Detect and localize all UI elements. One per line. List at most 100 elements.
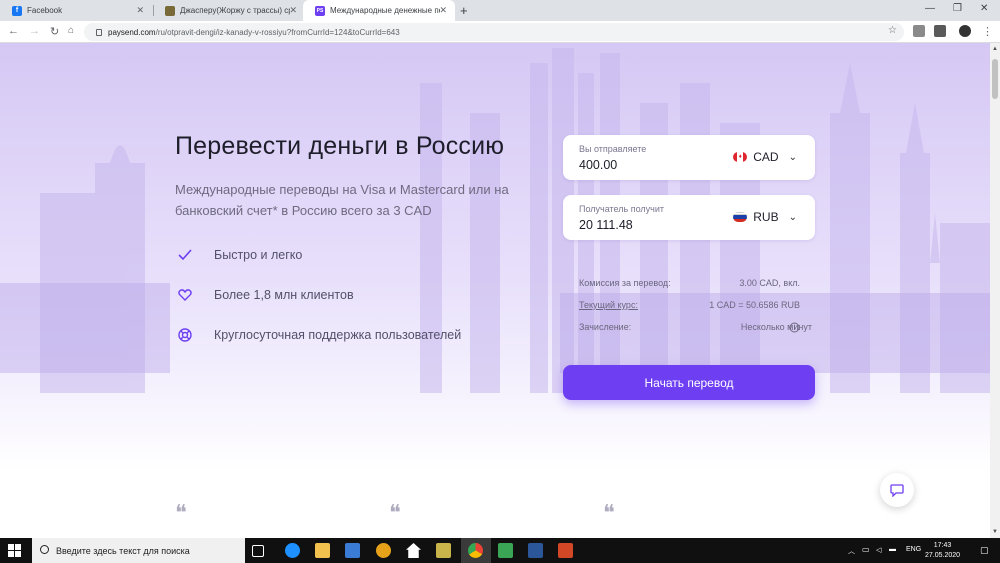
rate-label[interactable]: Текущий курс:: [579, 300, 638, 310]
store-icon[interactable]: [345, 543, 360, 558]
send-currency-code: CAD: [753, 150, 779, 164]
close-icon[interactable]: ✕: [136, 5, 144, 16]
fee-value: 3.00 CAD, вкл.: [739, 278, 800, 288]
receive-amount-field[interactable]: Получатель получит 20 111.48 RUB ⌄: [563, 195, 815, 240]
credit-value: Несколько минут: [740, 322, 812, 332]
tab-title: Международные денежные пер: [330, 6, 440, 15]
task-view-icon[interactable]: [252, 545, 264, 557]
battery-icon[interactable]: ▬: [889, 546, 896, 553]
home-app-icon[interactable]: [406, 543, 421, 558]
send-amount-field[interactable]: Вы отправляете 400.00 ♦ CAD ⌄: [563, 135, 815, 180]
chevron-down-icon: ⌄: [788, 151, 797, 163]
home-icon[interactable]: ⌂: [68, 25, 74, 36]
bookmark-star-icon[interactable]: ☆: [888, 25, 897, 36]
taskbar-clock[interactable]: 17:43 27.05.2020: [925, 541, 960, 561]
game-icon: [165, 5, 175, 16]
send-amount-input[interactable]: 400.00: [579, 158, 617, 172]
paysend-icon: PS: [315, 5, 325, 16]
quote-mark-icon: ❝: [389, 501, 401, 526]
restore-icon[interactable]: ❐: [953, 3, 962, 14]
page-subtitle: Международные переводы на Visa и Masterc…: [175, 182, 509, 218]
russia-flag-icon: [733, 212, 748, 222]
notes-icon[interactable]: [436, 543, 451, 558]
receive-currency-select[interactable]: RUB ⌄: [733, 210, 797, 224]
chat-button[interactable]: [880, 473, 914, 507]
volume-icon[interactable]: ◁: [876, 546, 881, 554]
scroll-down-icon[interactable]: ▼: [992, 529, 998, 535]
rate-link[interactable]: Текущий курс:: [579, 300, 638, 310]
photos-icon[interactable]: [498, 543, 513, 558]
feature-label: Круглосуточная поддержка пользователей: [214, 328, 462, 342]
app-icon[interactable]: [376, 543, 391, 558]
tray-chevron-icon[interactable]: ︿: [848, 546, 855, 556]
page-title: Перевести деньги в Россию: [175, 132, 505, 160]
check-icon: [178, 249, 192, 261]
page-scrollbar[interactable]: ▲ ▼: [990, 43, 1000, 538]
word-icon[interactable]: [528, 543, 543, 558]
url-path: /ru/otpravit-dengi/iz-kanady-v-rossiyu?f…: [155, 27, 400, 37]
menu-icon[interactable]: ⋮: [982, 25, 993, 38]
feature-fast: Быстро и легко: [178, 248, 302, 262]
windows-start-icon[interactable]: [8, 544, 21, 557]
heart-icon: [178, 289, 192, 301]
send-currency-select[interactable]: ♦ CAD ⌄: [733, 150, 797, 164]
tab-facebook[interactable]: f Facebook ✕: [0, 0, 152, 21]
taskbar-search-input[interactable]: Введите здесь текст для поиска: [32, 538, 245, 563]
credit-value-wrap: Несколько минут: [741, 322, 812, 332]
tab-paysend[interactable]: PS Международные денежные пер ✕: [303, 0, 455, 21]
feature-label: Более 1,8 млн клиентов: [214, 288, 354, 302]
canada-flag-icon: ♦: [733, 152, 748, 162]
feature-clients: Более 1,8 млн клиентов: [178, 288, 354, 302]
clock-time: 17:43: [933, 542, 952, 549]
chrome-icon[interactable]: [468, 543, 483, 558]
search-placeholder: Введите здесь текст для поиска: [56, 545, 190, 556]
minimize-icon[interactable]: —: [925, 3, 935, 14]
tab-jasper[interactable]: Джасперу(Жоржу с трассы) сро ✕: [153, 0, 305, 21]
back-icon[interactable]: ←: [8, 25, 19, 37]
start-transfer-button[interactable]: Начать перевод: [563, 365, 815, 400]
scroll-up-icon[interactable]: ▲: [992, 46, 998, 52]
info-icon[interactable]: [789, 322, 800, 333]
close-icon[interactable]: ✕: [289, 5, 297, 16]
scrollbar-thumb[interactable]: [992, 59, 998, 99]
receive-amount-input[interactable]: 20 111.48: [579, 218, 633, 232]
url-field[interactable]: paysend.com/ru/otpravit-dengi/iz-kanady-…: [84, 23, 904, 41]
new-tab-button[interactable]: +: [460, 3, 468, 18]
extension-icon[interactable]: [934, 25, 946, 37]
send-label: Вы отправляете: [579, 144, 647, 154]
receive-label: Получатель получит: [579, 204, 664, 214]
profile-avatar[interactable]: [959, 25, 971, 37]
search-icon: [40, 545, 49, 554]
tab-title: Facebook: [27, 6, 63, 15]
fee-label: Комиссия за перевод:: [579, 278, 671, 288]
credit-label: Зачисление:: [579, 322, 632, 332]
language-indicator[interactable]: ENG: [906, 546, 921, 553]
edge-icon[interactable]: [285, 543, 300, 558]
tab-strip: f Facebook ✕ Джасперу(Жоржу с трассы) ср…: [0, 0, 1000, 21]
quote-mark-icon: ❝: [603, 501, 615, 526]
close-window-icon[interactable]: ✕: [980, 3, 988, 14]
page-content: Перевести деньги в Россию Международные …: [0, 43, 990, 538]
reload-icon[interactable]: ↻: [50, 25, 59, 38]
url-domain: paysend.com: [108, 27, 156, 37]
network-icon[interactable]: ▭: [862, 545, 870, 554]
chevron-down-icon: ⌄: [788, 211, 797, 223]
city-skyline-image: [0, 48, 990, 393]
address-toolbar: ← → ↻ ⌂ paysend.com/ru/otpravit-dengi/iz…: [0, 21, 1000, 43]
windows-taskbar: Введите здесь текст для поиска ︿ ▭ ◁ ▬ E…: [0, 538, 1000, 563]
tab-title: Джасперу(Жоржу с трассы) сро: [180, 6, 290, 15]
lock-icon: [96, 28, 102, 36]
extension-icon[interactable]: [913, 25, 925, 37]
facebook-icon: f: [12, 5, 22, 16]
receive-currency-code: RUB: [753, 210, 779, 224]
chat-icon: [890, 483, 904, 497]
hero-background: [0, 43, 990, 473]
notifications-icon[interactable]: ▢: [980, 545, 989, 556]
file-explorer-icon[interactable]: [315, 543, 330, 558]
rate-value: 1 CAD = 50.6586 RUB: [709, 300, 800, 310]
forward-icon[interactable]: →: [29, 25, 40, 37]
powerpoint-icon[interactable]: [558, 543, 573, 558]
lifebuoy-icon: [178, 328, 192, 342]
close-icon[interactable]: ✕: [439, 5, 447, 16]
feature-support: Круглосуточная поддержка пользователей: [178, 328, 461, 342]
